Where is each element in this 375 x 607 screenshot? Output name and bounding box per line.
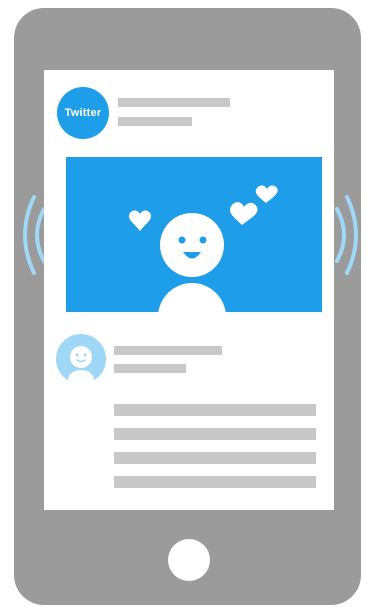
handle-placeholder-bar [118, 117, 192, 126]
figure-body [158, 283, 226, 312]
reply-handle-placeholder-bar [114, 364, 186, 373]
right-vibration-waves-icon [335, 185, 375, 285]
reply-username-placeholder-bar [114, 346, 222, 355]
tweet-media-image[interactable] [66, 157, 322, 312]
text-placeholder-bar [114, 428, 316, 440]
heart-icon [128, 210, 152, 231]
figure-left-eye [178, 236, 186, 244]
text-placeholder-bar [114, 452, 316, 464]
text-placeholder-bar [114, 476, 316, 488]
heart-icon [255, 185, 278, 203]
username-placeholder-bar [118, 98, 230, 107]
left-vibration-waves-icon [6, 185, 46, 285]
figure-head [160, 213, 224, 277]
heart-icon [229, 202, 258, 225]
reply-avatar[interactable] [54, 332, 108, 382]
home-button[interactable] [168, 539, 210, 581]
figure-right-eye [199, 236, 207, 244]
brand-label: Twitter [64, 107, 102, 119]
text-placeholder-bar [114, 404, 316, 416]
twitter-avatar[interactable]: Twitter [57, 87, 109, 139]
